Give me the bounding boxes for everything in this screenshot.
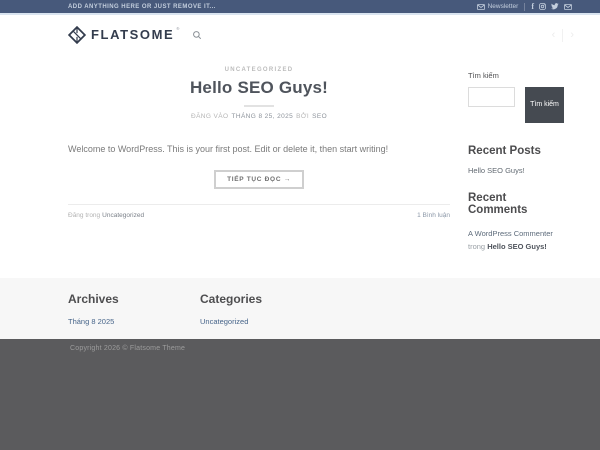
brand-text: FLATSOME: [91, 27, 175, 42]
archives-link[interactable]: Tháng 8 2025: [68, 317, 200, 326]
recent-comment-item: A WordPress Commenter trong Hello SEO Gu…: [468, 227, 568, 253]
topbar: ADD ANYTHING HERE OR JUST REMOVE IT... N…: [0, 0, 600, 13]
post-article: UNCATEGORIZED Hello SEO Guys! ĐĂNG VÀO TH…: [68, 67, 450, 253]
twitter-icon[interactable]: [551, 3, 559, 10]
comment-separator: trong: [468, 242, 488, 252]
sidebar-search-input[interactable]: [468, 87, 515, 107]
posted-in: Đăng trong Uncategorized: [68, 212, 146, 219]
sidebar: Tìm kiếm Tìm kiếm Recent Posts Hello SEO…: [468, 71, 568, 253]
post-title[interactable]: Hello SEO Guys!: [68, 78, 450, 98]
footer-archives-widget: Archives Tháng 8 2025: [68, 292, 200, 326]
chevron-left-icon[interactable]: ‹: [552, 29, 556, 41]
topbar-divider: [524, 2, 526, 11]
post-footer-meta: Đăng trong Uncategorized 1 Bình luận: [68, 203, 450, 219]
post-excerpt: Welcome to WordPress. This is your first…: [68, 144, 389, 154]
posted-in-label: Đăng trong: [68, 211, 101, 219]
envelope-icon: [476, 3, 485, 10]
comment-post-link[interactable]: Hello SEO Guys!: [487, 242, 547, 251]
recent-post-link[interactable]: Hello SEO Guys!: [468, 166, 568, 175]
post-category-label[interactable]: UNCATEGORIZED: [68, 67, 450, 73]
header-secondary-controls: ‹ ›: [552, 15, 574, 55]
newsletter-label: Newsletter: [487, 3, 519, 10]
footer-categories-widget: Categories Uncategorized: [200, 292, 332, 326]
read-more-button[interactable]: TIẾP TỤC ĐỌC →: [214, 169, 304, 189]
copyright-text: Copyright 2026 © Flatsome Theme: [70, 345, 186, 352]
email-icon[interactable]: [564, 3, 572, 10]
site-logo[interactable]: FLATSOME ®: [68, 26, 179, 44]
recent-comments-title: Recent Comments: [468, 192, 528, 216]
sidebar-search-button[interactable]: Tìm kiếm: [525, 87, 564, 123]
comment-author-link[interactable]: A WordPress Commenter: [468, 229, 553, 238]
post-meta: ĐĂNG VÀO THÁNG 8 25, 2025 BỞI SEO: [68, 113, 450, 120]
categories-link[interactable]: Uncategorized: [200, 317, 332, 326]
posted-prefix: ĐĂNG VÀO: [190, 113, 229, 120]
topbar-right: Newsletter f: [476, 2, 572, 11]
recent-posts-title: Recent Posts: [468, 145, 541, 157]
facebook-icon[interactable]: f: [531, 2, 534, 11]
site-header: FLATSOME ® ‹ ›: [0, 15, 600, 55]
main-content: UNCATEGORIZED Hello SEO Guys! ĐĂNG VÀO TH…: [0, 55, 600, 278]
newsletter-link[interactable]: Newsletter: [476, 3, 519, 10]
post-author-link[interactable]: SEO: [312, 113, 327, 120]
post-date-link[interactable]: THÁNG 8 25, 2025: [231, 113, 293, 120]
by-label: BỞI: [296, 113, 310, 120]
instagram-icon[interactable]: [539, 3, 546, 10]
search-icon[interactable]: [192, 30, 202, 40]
chevron-right-icon[interactable]: ›: [570, 29, 574, 41]
topbar-social: f: [531, 2, 572, 11]
archives-title: Archives: [68, 292, 119, 306]
absolute-footer: Copyright 2026 © Flatsome Theme: [0, 339, 600, 450]
topbar-message: ADD ANYTHING HERE OR JUST REMOVE IT...: [68, 3, 216, 10]
comments-count-link[interactable]: 1 Bình luận: [417, 212, 450, 219]
registered-mark: ®: [176, 26, 180, 31]
title-divider: [244, 105, 274, 107]
flatsome-diamond-icon: [68, 26, 86, 44]
sidebar-search-label: Tìm kiếm: [468, 71, 499, 80]
header-divider: [562, 28, 564, 42]
footer-widgets: Archives Tháng 8 2025 Categories Uncateg…: [0, 278, 600, 339]
categories-title: Categories: [200, 292, 263, 306]
posted-in-category-link[interactable]: Uncategorized: [102, 212, 144, 219]
